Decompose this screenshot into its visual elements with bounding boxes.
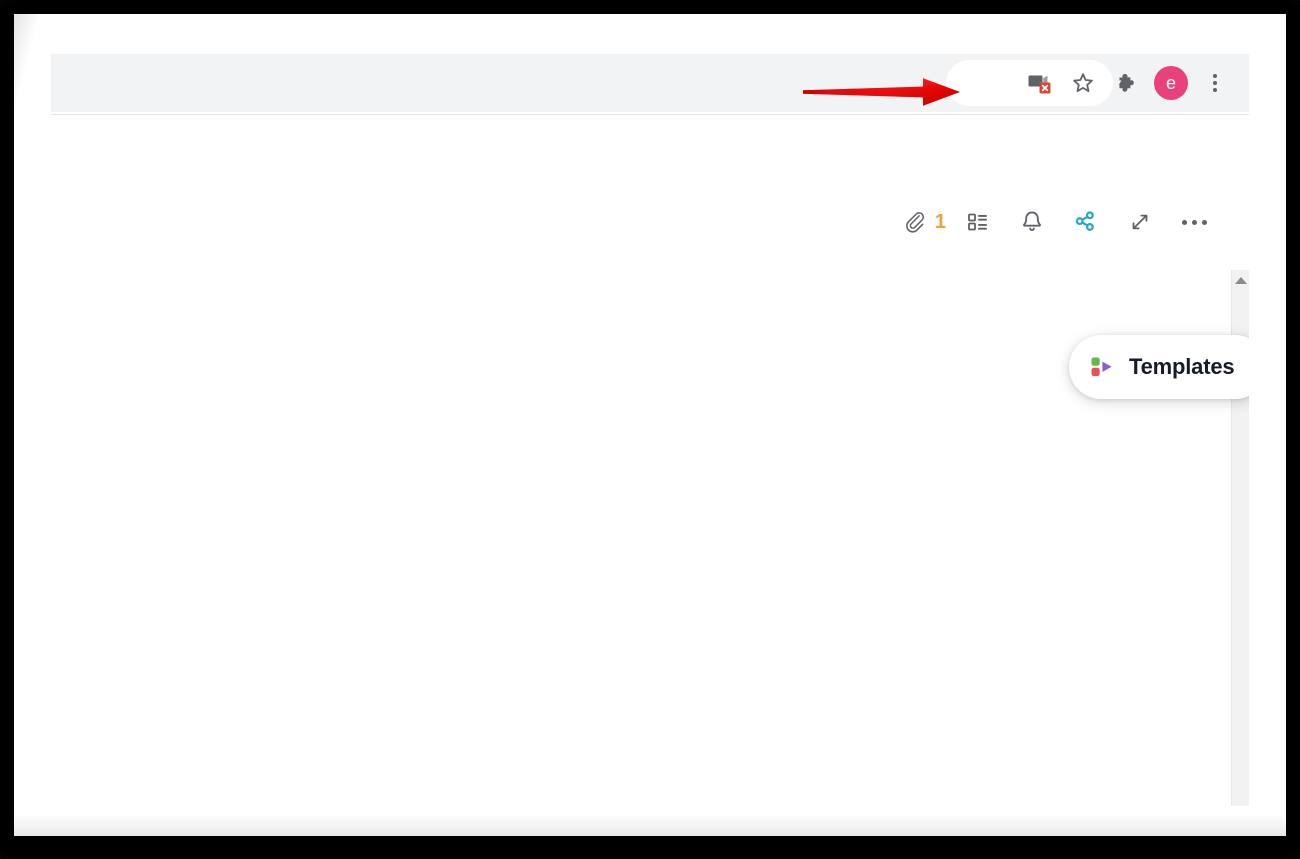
more-options-icon <box>1181 219 1207 225</box>
more-options-button[interactable] <box>1167 200 1221 244</box>
paperclip-icon <box>906 212 924 233</box>
screenshot-root: e 1 Templates <box>0 0 1300 859</box>
chrome-action-buttons: e <box>1017 54 1237 112</box>
list-view-icon <box>968 213 987 231</box>
share-nodes-icon <box>1075 211 1094 231</box>
chrome-menu-kebab-icon[interactable] <box>1193 61 1237 105</box>
attachments-button[interactable]: 1 <box>897 200 951 244</box>
page-content-area: 1 Templates <box>51 115 1249 806</box>
scroll-up-arrow[interactable] <box>1234 277 1247 284</box>
extensions-puzzle-glyph <box>1118 74 1134 92</box>
app-toolbar: 1 <box>897 200 1221 244</box>
templates-tooltip-label: Templates <box>1129 354 1235 379</box>
templates-icon <box>1091 357 1112 376</box>
profile-avatar[interactable]: e <box>1149 61 1193 105</box>
screen-share-stop-glyph <box>1028 75 1051 94</box>
bell-notifications-icon <box>1023 211 1041 232</box>
list-view-button[interactable] <box>951 200 1005 244</box>
extensions-puzzle-icon[interactable] <box>1105 61 1149 105</box>
share-button[interactable] <box>1059 200 1113 244</box>
notifications-button[interactable] <box>1005 200 1059 244</box>
expand-diagonal-icon <box>1132 214 1148 230</box>
browser-window: e 1 Templates <box>51 54 1249 806</box>
templates-tooltip[interactable]: Templates <box>1069 335 1249 399</box>
screen-share-stop-icon[interactable] <box>1017 61 1061 105</box>
attachments-count: 1 <box>934 211 946 233</box>
avatar-initial: e <box>1154 66 1188 100</box>
bookmark-star-icon[interactable] <box>1061 61 1105 105</box>
kebab-dots-glyph <box>1213 74 1217 92</box>
expand-button[interactable] <box>1113 200 1167 244</box>
bookmark-star-glyph <box>1073 73 1093 92</box>
